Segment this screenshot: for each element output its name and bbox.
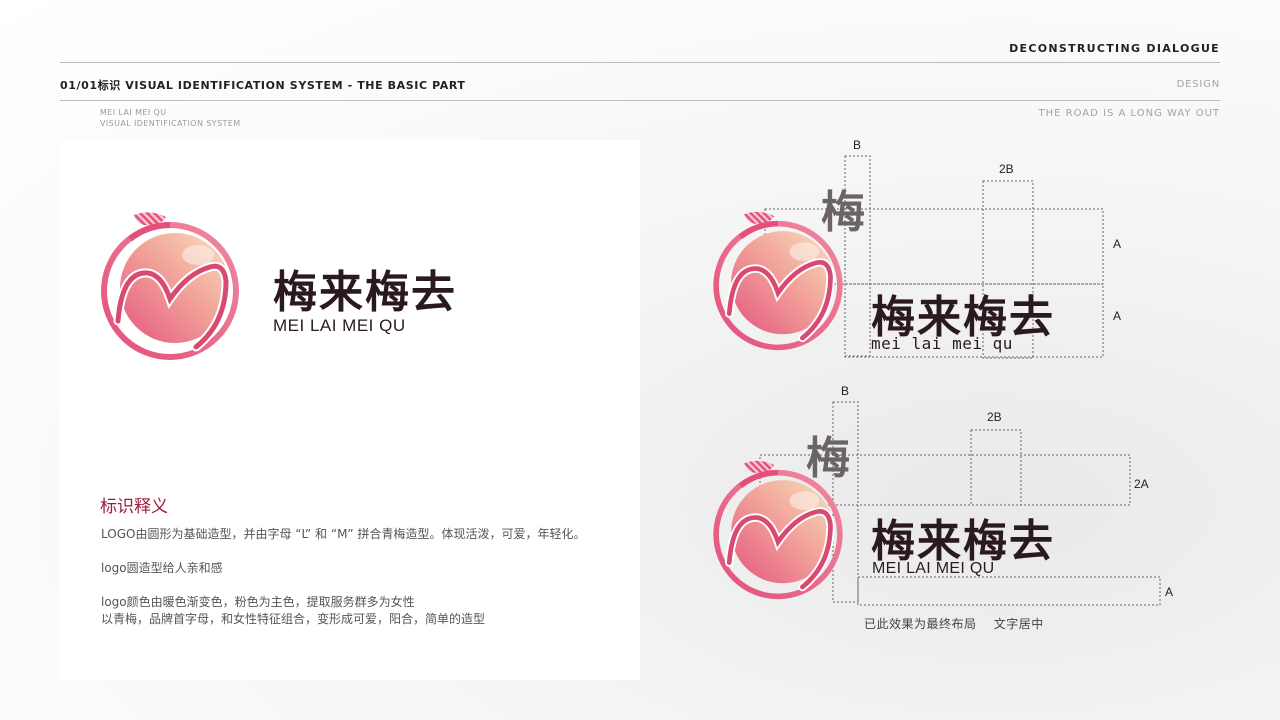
bottom-label-b: B (841, 384, 850, 398)
bottom-single-char: 梅 (806, 433, 850, 484)
bottom-logo-english-name: MEI LAI MEI QU (872, 560, 995, 577)
bottom-layout-diagram (759, 401, 1161, 606)
bottom-label-2a: 2A (1134, 477, 1149, 491)
bottom-label-2b: 2B (987, 410, 1002, 424)
layout-caption: 已此效果为最终布局 文字居中 (864, 617, 1044, 631)
bottom-label-a: A (1165, 585, 1174, 599)
